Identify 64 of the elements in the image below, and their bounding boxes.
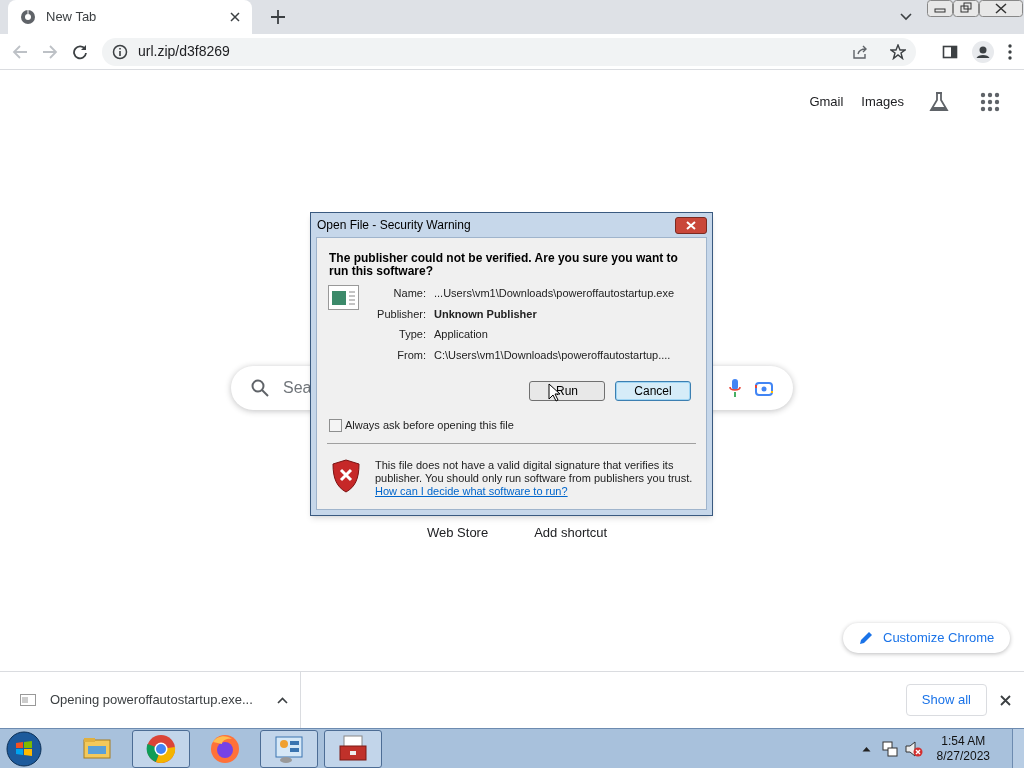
field-value: Application <box>434 327 488 342</box>
close-icon <box>686 220 696 230</box>
apps-grid-icon[interactable] <box>980 92 1000 112</box>
microphone-icon <box>729 379 741 397</box>
taskbar-button[interactable] <box>260 729 318 768</box>
header-link[interactable]: Gmail <box>809 92 844 112</box>
pencil-icon <box>859 631 873 645</box>
search-icon <box>251 379 269 397</box>
info-icon <box>112 43 128 60</box>
more-icon[interactable] <box>1008 43 1012 60</box>
browser-tab[interactable]: New Tab <box>8 0 252 34</box>
network-icon[interactable] <box>880 739 899 758</box>
chevron-down-icon[interactable] <box>900 13 912 21</box>
shield-error-icon <box>331 458 361 493</box>
tab-title: New Tab <box>46 8 98 27</box>
start-orb-icon[interactable] <box>6 730 42 767</box>
help-link[interactable]: How can I decide what software to run? <box>375 484 568 498</box>
close-icon[interactable] <box>230 12 240 22</box>
dialog-button[interactable]: Run <box>529 381 605 401</box>
field-label: From: <box>396 347 426 363</box>
close-button[interactable] <box>675 216 707 234</box>
chevron-up-icon[interactable] <box>276 696 288 704</box>
address-bar[interactable]: url.zip/d3f8269 <box>102 37 916 66</box>
field-label: Name: <box>392 286 426 301</box>
flask-icon[interactable] <box>928 91 950 113</box>
field-label: Publisher: <box>376 306 426 322</box>
taskbar-button[interactable] <box>324 729 382 768</box>
download-item-text[interactable]: Opening poweroffautostartup.exe... <box>50 690 253 710</box>
restore-icon[interactable] <box>953 0 979 17</box>
speaker-muted-icon[interactable] <box>904 739 923 758</box>
minimize-icon[interactable] <box>927 0 953 17</box>
checkbox-label: Always ask before opening this file <box>345 418 514 433</box>
taskbar-button[interactable] <box>132 729 190 768</box>
field-value: ...Users\vm1\Downloads\poweroffautostartup.exe <box>434 286 675 301</box>
header-link[interactable]: Images <box>861 92 904 112</box>
side-panel-icon[interactable] <box>942 43 958 60</box>
dialog-heading: The publisher could not be verified. Are you sure you want to run this software? <box>329 252 679 278</box>
new-tab-icon[interactable] <box>271 10 285 24</box>
profile-icon[interactable] <box>972 40 994 63</box>
reload-icon[interactable] <box>72 43 88 60</box>
file-icon <box>20 694 36 706</box>
field-value: C:\Users\vm1\Downloads\poweroffautostartup.... <box>434 347 671 363</box>
field-value: Unknown Publisher <box>434 306 537 322</box>
show-all-button[interactable]: Show all <box>905 684 987 716</box>
field-label: Type: <box>398 327 426 342</box>
dialog-button[interactable]: Cancel <box>615 381 691 401</box>
dialog-title: Open File - Security Warning <box>317 217 472 234</box>
url-text: url.zip/d3f8269 <box>138 42 231 61</box>
customize-chrome-button[interactable]: Customize Chrome <box>843 623 1011 653</box>
checkbox[interactable] <box>329 418 342 432</box>
warning-text: This file does not have a valid digital signature that verifies its publisher. You should only run software from publishers you trust. <box>375 458 694 485</box>
clock-date: 8/27/2023 <box>936 748 990 764</box>
search-placeholder: Sea <box>283 378 312 398</box>
close-icon[interactable] <box>979 0 1023 17</box>
clock[interactable]: 1:54 AM 8/27/2023 <box>936 733 990 764</box>
shortcut-label[interactable]: Add shortcut <box>534 523 608 543</box>
share-icon[interactable] <box>852 43 868 60</box>
clock-time: 1:54 AM <box>941 733 986 749</box>
star-icon[interactable] <box>890 43 906 60</box>
show-hidden-icons-icon[interactable] <box>861 745 871 752</box>
application-icon <box>328 285 360 311</box>
shortcut-label[interactable]: Web Store <box>427 523 489 543</box>
camera-icon <box>755 380 773 396</box>
close-icon[interactable] <box>1000 694 1011 706</box>
